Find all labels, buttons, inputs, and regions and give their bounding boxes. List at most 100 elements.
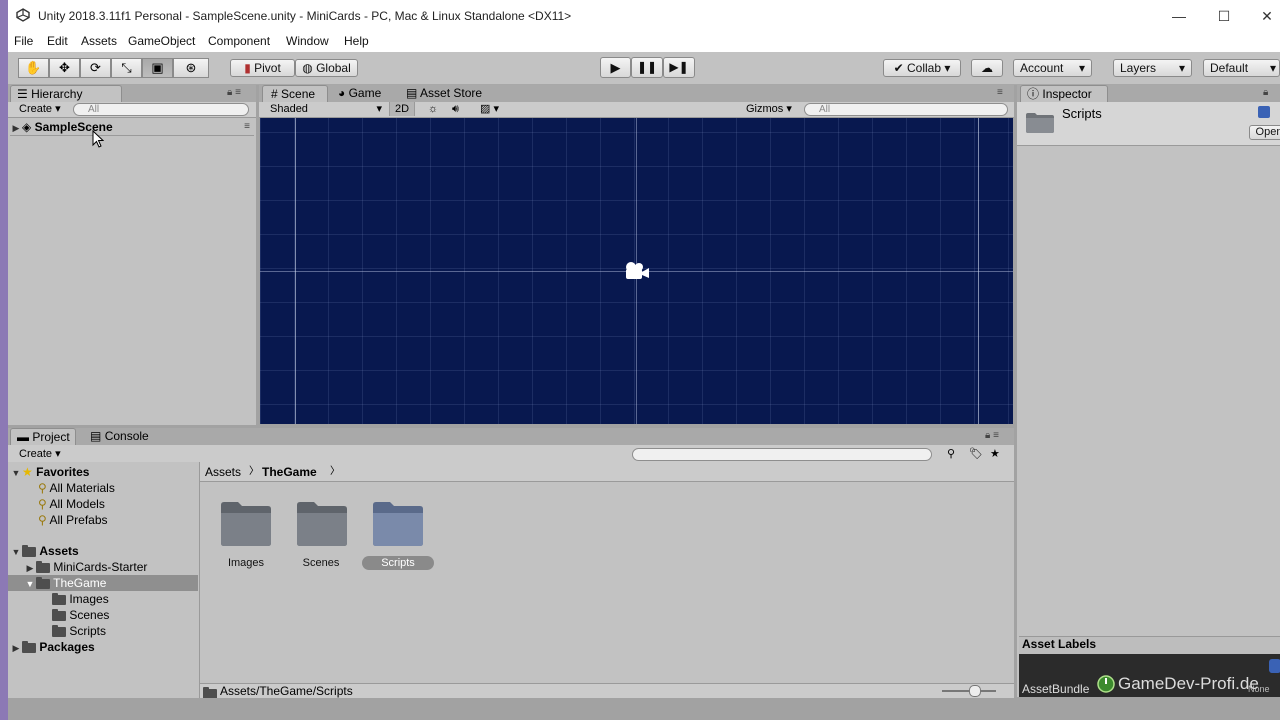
tab-project[interactable]: ▬ Project [10,428,76,445]
rect-tool-icon[interactable]: ▣ [142,58,173,78]
shading-dropdown[interactable]: Shaded ▾ [270,102,382,116]
folder-icon [52,608,66,621]
tab-game[interactable]: ◕ Game [338,85,381,102]
tree-packages[interactable]: ▶ Packages [10,639,95,655]
tree-item-all-prefabs[interactable]: ⚲ All Prefabs [38,512,108,528]
tab-console[interactable]: ▤ Console [90,428,149,445]
layout-dropdown[interactable]: Default ▾ [1203,59,1280,77]
folder-scenes[interactable] [294,499,350,550]
scene-viewport[interactable] [260,118,1013,424]
tree-item-all-materials[interactable]: ⚲ All Materials [38,480,115,496]
tab-hierarchy[interactable]: ☰ Hierarchy [10,85,122,102]
tree-assets[interactable]: ▼ Assets [10,543,79,559]
folder-images[interactable] [218,499,274,550]
menu-file[interactable]: File [14,34,33,48]
scene-root-row[interactable]: ▶ ◈ SampleScene ≡ [10,119,254,135]
light-toggle-icon[interactable]: ☼ [428,102,438,116]
scene-menu-icon[interactable]: ≡ [244,119,250,135]
open-button[interactable]: Open [1249,125,1280,140]
hand-tool-icon[interactable]: ✋ [18,58,49,78]
hierarchy-search-input[interactable]: All [73,103,249,116]
grid-icon: # [271,87,278,101]
pause-button[interactable]: ❚❚ [631,57,663,78]
gizmos-dropdown[interactable]: Gizmos ▾ [746,102,792,116]
tree-thegame[interactable]: ▼ TheGame [24,575,107,592]
audio-toggle-icon[interactable]: 🔊︎ [452,102,459,116]
open-label: Open [1255,126,1280,138]
panel-menu-icon[interactable]: 🔒︎ ≡ [985,430,999,441]
help-book-icon[interactable] [1258,106,1270,118]
camera-gizmo-icon[interactable] [623,261,651,284]
panel-menu-icon[interactable]: 🔒︎ ≡ [227,87,241,98]
tab-asset-store[interactable]: ▤ Asset Store [406,85,482,102]
tree-item-label: All Materials [49,481,115,495]
layers-dropdown[interactable]: Layers ▾ [1113,59,1192,77]
expand-arrow-icon[interactable]: ▼ [10,465,22,481]
favorite-star-icon[interactable]: ★ [990,447,1000,461]
step-button[interactable]: ▶❚ [663,57,695,78]
global-button[interactable]: ◍ Global [295,59,358,77]
close-button[interactable]: ✕ [1254,6,1280,26]
tree-item-all-models[interactable]: ⚲ All Models [38,496,105,512]
menu-component[interactable]: Component [208,34,270,48]
collab-button[interactable]: ✔ Collab ▾ [883,59,961,77]
filter-label-icon[interactable]: 🏷︎ [969,447,983,461]
menu-help[interactable]: Help [344,34,369,48]
folder-icon [373,502,423,546]
menu-window[interactable]: Window [286,34,329,48]
2d-toggle[interactable]: 2D [389,102,415,116]
account-dropdown[interactable]: Account ▾ [1013,59,1092,77]
pivot-button[interactable]: ▮ Pivot [230,59,295,77]
scene-search-input[interactable]: All [804,103,1008,116]
expand-arrow-icon[interactable]: ▶ [24,560,36,576]
inspector-header [1017,102,1280,146]
folder-icon [36,560,50,573]
filter-type-icon[interactable]: ⚲ [947,447,955,461]
tree-scripts[interactable]: Scripts [52,623,106,639]
tree-item-label: Scripts [69,624,107,638]
tab-scene[interactable]: # Scene [262,85,328,102]
folder-scripts[interactable] [370,499,426,550]
scale-tool-icon[interactable]: ⤡ [111,58,142,78]
minimize-button[interactable]: — [1164,6,1194,26]
step-icon: ▶❚ [669,60,689,74]
tree-favorites[interactable]: ▼ ★ Favorites [10,464,90,481]
globe-icon: ◍ [302,61,317,75]
play-button[interactable]: ▶ [600,57,631,78]
menu-gameobject[interactable]: GameObject [128,34,195,48]
effects-toggle-icon[interactable]: ▨ ▾ [480,102,499,116]
tag-icon[interactable] [1269,659,1280,673]
project-search-input[interactable] [632,448,932,461]
transform-tool-icon[interactable]: ⊛ [173,58,209,78]
rotate-tool-icon[interactable]: ⟳ [80,58,111,78]
zoom-slider-thumb[interactable] [969,685,981,697]
menu-bar [8,32,1280,52]
menu-edit[interactable]: Edit [47,34,68,48]
inspector-title: Scripts [1062,106,1102,121]
search-icon: ⚲ [38,497,47,511]
tree-minicards-starter[interactable]: ▶ MiniCards-Starter [24,559,148,576]
expand-arrow-icon[interactable]: ▼ [24,576,36,592]
lock-icon[interactable]: 🔒︎ [1263,87,1268,98]
pacman-icon: ◕ [338,86,346,100]
tree-scenes[interactable]: Scenes [52,607,109,623]
move-tool-icon[interactable]: ✥ [49,58,80,78]
folder-tab-icon: ▬ [17,430,29,444]
expand-arrow-icon[interactable]: ▼ [10,544,22,560]
expand-arrow-icon[interactable]: ▶ [10,640,22,656]
project-create-button[interactable]: Create ▾ [19,447,61,461]
watermark-text: GameDev-Profi.de [1118,674,1259,693]
maximize-button[interactable]: ☐ [1209,6,1239,26]
expand-arrow-icon[interactable]: ▶ [10,120,22,136]
tree-images[interactable]: Images [52,591,109,607]
breadcrumb-thegame[interactable]: TheGame [262,464,317,480]
tab-inspector[interactable]: ⓘ Inspector [1020,85,1108,102]
tree-item-label: MiniCards-Starter [53,560,148,574]
panel-menu-icon[interactable]: ≡ [997,87,1003,98]
console-icon: ▤ [90,429,102,443]
breadcrumb-assets[interactable]: Assets [205,464,241,480]
cloud-button[interactable]: ☁ [971,59,1003,77]
star-icon: ★ [22,465,33,479]
hierarchy-create-button[interactable]: Create ▾ [19,102,61,116]
menu-assets[interactable]: Assets [81,34,117,48]
